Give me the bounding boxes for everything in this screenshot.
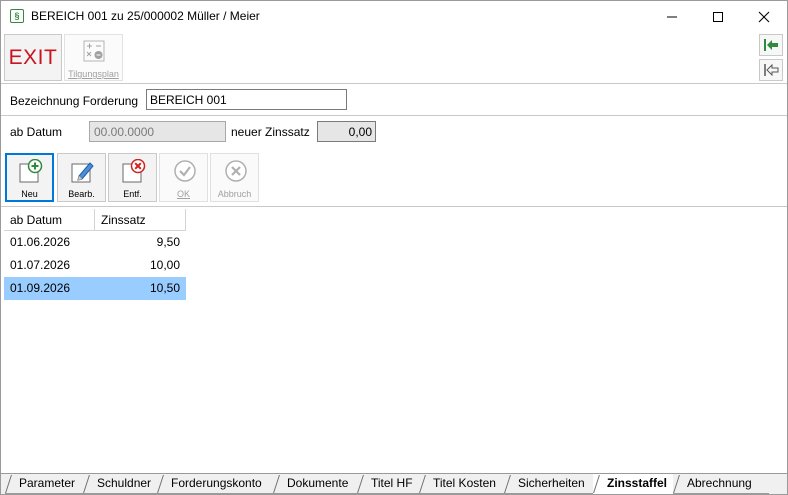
edit-pencil-icon <box>71 162 94 183</box>
tab-abrechnung[interactable]: Abrechnung <box>673 474 769 494</box>
tab-dokumente[interactable]: Dokumente <box>273 474 357 494</box>
cell-ab-datum: 01.09.2026 <box>10 281 71 295</box>
nav-enter-button[interactable] <box>759 34 783 56</box>
exit-button[interactable]: EXIT <box>4 34 62 81</box>
tab-titel-hf[interactable]: Titel HF <box>357 474 419 494</box>
delete-icon <box>122 159 146 183</box>
nav-back-button[interactable] <box>759 59 783 81</box>
ab-datum-input[interactable] <box>89 121 226 142</box>
minimize-icon <box>667 16 677 17</box>
tab-forderungskonto[interactable]: Forderungskonto <box>157 474 273 494</box>
ok-label: OK <box>176 189 190 199</box>
abbruch-button[interactable]: Abbruch <box>210 153 259 202</box>
cell-ab-datum: 01.07.2026 <box>10 258 71 272</box>
entfernen-button[interactable]: Entf. <box>108 153 157 202</box>
close-icon <box>758 11 770 22</box>
window-title: BEREICH 001 zu 25/000002 Müller / Meier <box>31 9 260 23</box>
column-header-zinssatz[interactable]: Zinssatz <box>95 209 186 231</box>
bottom-tab-bar: Parameter Schuldner Forderungskonto Doku… <box>1 473 787 494</box>
close-button[interactable] <box>741 1 787 32</box>
cancel-icon <box>225 160 247 182</box>
checkmark-icon <box>174 160 196 182</box>
cell-ab-datum: 01.06.2026 <box>10 235 71 249</box>
column-header-ab-datum[interactable]: ab Datum <box>4 209 95 231</box>
arrow-left-green-icon <box>764 39 778 51</box>
maximize-icon <box>713 11 723 22</box>
paragraph-icon: § <box>10 9 24 23</box>
arrow-left-outline-icon <box>764 63 779 77</box>
bezeichnung-label: Bezeichnung Forderung <box>10 94 139 108</box>
ab-datum-label: ab Datum <box>10 125 63 139</box>
title-bar[interactable]: § BEREICH 001 zu 25/000002 Müller / Meie… <box>1 1 787 32</box>
bearbeiten-button[interactable]: Bearb. <box>57 153 106 202</box>
tilgungsplan-label: Tilgungsplan <box>68 69 119 79</box>
table-header: ab Datum Zinssatz <box>4 209 186 231</box>
zinsstaffel-entry-row: ab Datum neuer Zinssatz <box>1 117 787 148</box>
neu-button[interactable]: Neu <box>5 153 54 202</box>
table-row[interactable]: 01.06.2026 9,50 <box>4 231 186 254</box>
zinsstaffel-table: ab Datum Zinssatz 01.06.2026 9,50 01.07.… <box>4 209 186 300</box>
maximize-button[interactable] <box>695 1 741 32</box>
bezeichnung-input[interactable] <box>146 89 347 110</box>
bearbeiten-label: Bearb. <box>68 189 95 199</box>
tab-schuldner[interactable]: Schuldner <box>83 474 157 494</box>
tab-sicherheiten[interactable]: Sicherheiten <box>504 474 593 494</box>
cell-zinssatz: 10,50 <box>149 281 180 295</box>
cell-zinssatz: 10,00 <box>149 258 180 272</box>
ok-button[interactable]: OK <box>159 153 208 202</box>
action-toolbar: Neu Bearb. Entf. OK Abbruch <box>1 151 787 207</box>
minimize-button[interactable] <box>649 1 695 32</box>
neuer-zinssatz-input[interactable] <box>317 121 376 142</box>
abbruch-label: Abbruch <box>217 189 252 199</box>
application-window: § BEREICH 001 zu 25/000002 Müller / Meie… <box>0 0 788 495</box>
tab-zinsstaffel[interactable]: Zinsstaffel <box>593 474 673 494</box>
add-icon <box>19 159 43 183</box>
entfernen-label: Entf. <box>123 189 142 199</box>
main-toolbar: EXIT Tilgungsplan <box>1 32 787 84</box>
tab-parameter[interactable]: Parameter <box>5 474 83 494</box>
table-row-selected[interactable]: 01.09.2026 10,50 <box>4 277 186 300</box>
cell-zinssatz: 9,50 <box>156 235 180 249</box>
neuer-zinssatz-label: neuer Zinssatz <box>231 125 310 139</box>
tab-titel-kosten[interactable]: Titel Kosten <box>419 474 504 494</box>
bezeichnung-row: Bezeichnung Forderung <box>1 85 787 116</box>
neu-label: Neu <box>21 189 38 199</box>
table-row[interactable]: 01.07.2026 10,00 <box>4 254 186 277</box>
tilgungsplan-button[interactable]: Tilgungsplan <box>64 34 123 81</box>
calculator-icon <box>83 40 105 62</box>
